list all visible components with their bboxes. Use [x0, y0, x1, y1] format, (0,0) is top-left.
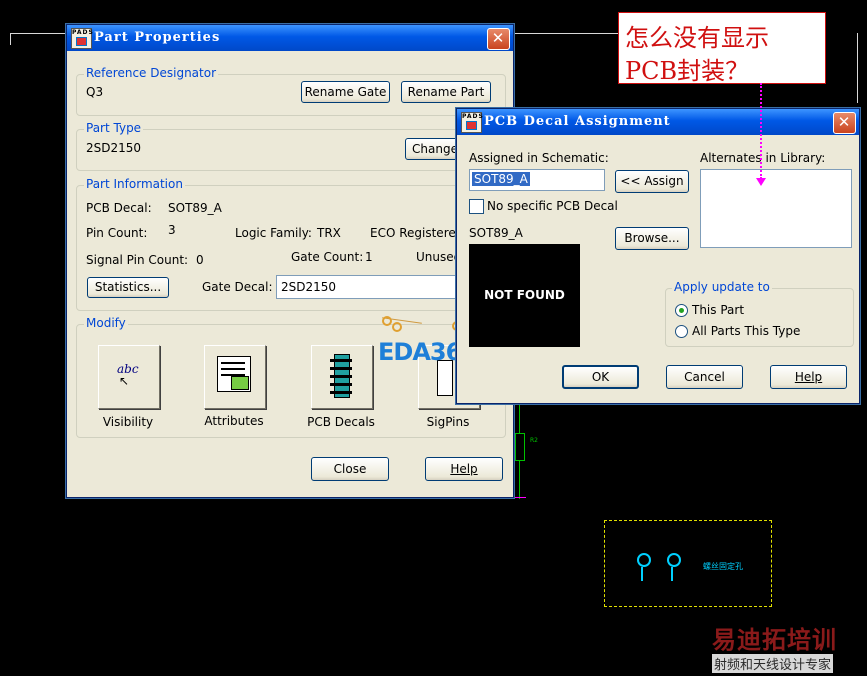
part-properties-titlebar[interactable]: PADS Part Properties ✕ — [67, 25, 513, 51]
close-button[interactable]: Close — [311, 457, 389, 481]
gate-count-label: Gate Count: — [291, 250, 364, 264]
part-properties-window: PADS Part Properties ✕ Reference Designa… — [66, 24, 514, 498]
alternates-list[interactable] — [700, 169, 852, 248]
signal-pin-count-label: Signal Pin Count: — [86, 253, 189, 267]
this-part-label: This Part — [692, 303, 745, 317]
decal-preview-name: SOT89_A — [469, 226, 523, 240]
all-parts-label: All Parts This Type — [692, 324, 801, 338]
eco-registered-label: ECO Registered — [370, 226, 464, 240]
pcb-decals-caption: PCB Decals — [307, 415, 375, 429]
board-outline-top-right — [512, 33, 618, 34]
logic-family-value: TRX — [317, 226, 341, 240]
visibility-icon: abc ↖ — [117, 362, 139, 388]
gate-decal-label: Gate Decal: — [202, 280, 273, 294]
rename-gate-button[interactable]: Rename Gate — [301, 81, 390, 103]
not-found-text: NOT FOUND — [484, 288, 565, 302]
annotation-arrow — [760, 83, 762, 179]
visibility-caption: Visibility — [102, 415, 154, 429]
attributes-icon — [217, 356, 251, 392]
pads-app-icon: PADS — [71, 28, 93, 49]
pcb-mounting-holes-box: 螺丝固定孔 — [604, 520, 772, 607]
all-parts-radio[interactable] — [675, 325, 688, 338]
ic-chip-icon — [330, 354, 352, 398]
board-outline-right — [857, 33, 858, 103]
board-outline-left — [10, 33, 11, 45]
pcb-decals-button[interactable] — [311, 345, 373, 409]
board-outline-top — [10, 33, 65, 34]
pcb-decal-assignment-title: PCB Decal Assignment — [484, 114, 671, 129]
pin-count-label: Pin Count: — [86, 226, 148, 240]
no-specific-decal-label: No specific PCB Decal — [487, 199, 618, 213]
annotation-callout: 怎么没有显示 PCB封装？ — [618, 12, 826, 85]
reference-designator-label: Reference Designator — [84, 66, 219, 80]
statistics-button[interactable]: Statistics... — [87, 277, 169, 298]
browse-button[interactable]: Browse... — [615, 227, 689, 250]
ok-button[interactable]: OK — [562, 365, 639, 389]
reference-designator-value: Q3 — [86, 85, 104, 99]
alternates-in-library-label: Alternates in Library: — [700, 151, 826, 165]
annotation-line1: 怎么没有显示 — [625, 24, 769, 52]
part-type-label: Part Type — [84, 121, 144, 135]
pcb-decal-value: SOT89_A — [168, 201, 222, 215]
mounting-hole-label: 螺丝固定孔 — [703, 562, 743, 571]
pcb-decal-assignment-titlebar[interactable]: PADS PCB Decal Assignment ✕ — [457, 109, 859, 135]
schematic-resistor: R2 — [513, 405, 538, 505]
pcb-decal-label: PCB Decal: — [86, 201, 152, 215]
help-button[interactable]: Help — [425, 457, 503, 481]
mounting-hole-icon — [667, 553, 681, 567]
close-icon[interactable]: ✕ — [833, 112, 856, 134]
apply-update-label: Apply update to — [672, 280, 772, 294]
annotation-line2: PCB封装？ — [625, 57, 750, 85]
annotation-arrow-head — [756, 178, 766, 186]
unused-label: Unused — [416, 250, 462, 264]
pcb-decal-assignment-window: PADS PCB Decal Assignment ✕ Assigned in … — [456, 108, 860, 404]
gate-decal-field[interactable]: 2SD2150 — [276, 275, 456, 299]
visibility-button[interactable]: abc ↖ — [98, 345, 160, 409]
pads-app-icon: PADS — [461, 112, 483, 133]
part-type-value: 2SD2150 — [86, 141, 142, 155]
signal-pin-count-value: 0 — [196, 253, 204, 267]
brand-logo-top: 易迪拓培训 — [712, 626, 837, 654]
logic-family-label: Logic Family: — [235, 226, 312, 240]
cancel-button[interactable]: Cancel — [666, 365, 743, 389]
modify-label: Modify — [84, 316, 128, 330]
assigned-decal-field[interactable]: SOT89_A — [469, 169, 605, 191]
part-information-label: Part Information — [84, 177, 185, 191]
sigpins-caption: SigPins — [426, 415, 470, 429]
pin-count-value: 3 — [168, 223, 176, 237]
attributes-button[interactable] — [204, 345, 266, 409]
help-button[interactable]: Help — [770, 365, 847, 389]
part-properties-title: Part Properties — [94, 30, 221, 45]
resistor-label: R2 — [530, 437, 538, 444]
apply-update-group — [665, 288, 854, 347]
assign-button[interactable]: << Assign — [615, 170, 689, 193]
decal-preview: NOT FOUND — [469, 244, 580, 347]
brand-logo-bottom: 射频和天线设计专家 — [712, 654, 834, 673]
no-specific-decal-checkbox[interactable] — [469, 199, 484, 214]
gate-count-value: 1 — [365, 250, 373, 264]
assigned-in-schematic-label: Assigned in Schematic: — [469, 151, 609, 165]
rename-part-button[interactable]: Rename Part — [401, 81, 491, 103]
attributes-caption: Attributes — [204, 414, 264, 428]
this-part-radio[interactable] — [675, 304, 688, 317]
mounting-hole-icon — [637, 553, 651, 567]
close-icon[interactable]: ✕ — [487, 28, 510, 50]
